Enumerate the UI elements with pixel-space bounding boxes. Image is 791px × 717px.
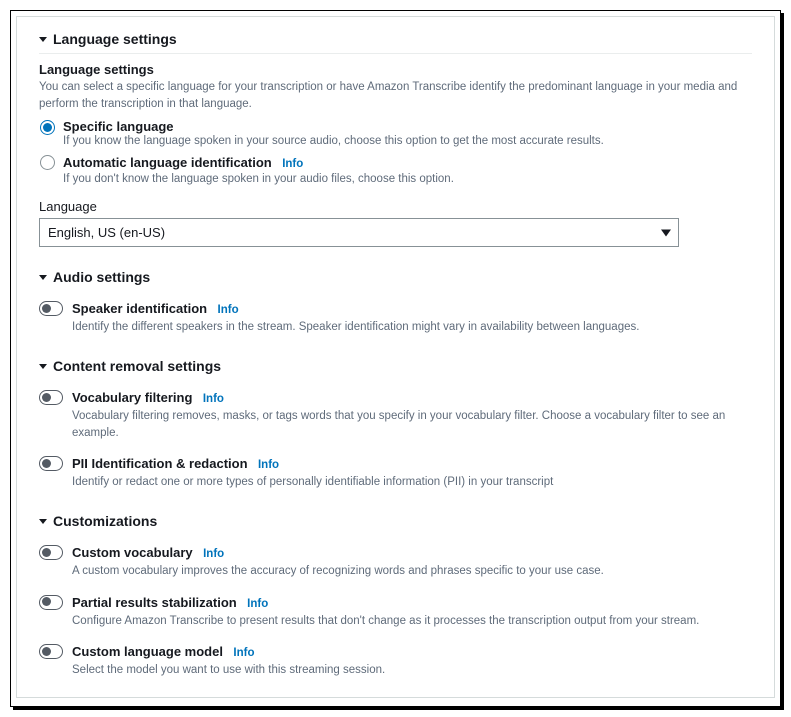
toggle-custom-language-model[interactable] <box>39 644 63 659</box>
radio-icon <box>40 155 55 170</box>
customizations-toggle-header[interactable]: Customizations <box>39 513 752 535</box>
info-link-custom-model[interactable]: Info <box>233 647 254 659</box>
info-link-speaker-id[interactable]: Info <box>218 304 239 316</box>
language-settings-toggle-header[interactable]: Language settings <box>39 31 752 54</box>
caret-down-icon <box>39 275 47 280</box>
radio-specific-language[interactable]: Specific language If you know the langua… <box>40 119 752 147</box>
radio-automatic-language[interactable]: Automatic language identification Info I… <box>40 154 752 185</box>
toggle-custom-vocabulary[interactable] <box>39 545 63 560</box>
radio-auto-label: Automatic language identification <box>63 155 272 170</box>
info-link-custom-vocab[interactable]: Info <box>203 548 224 560</box>
pii-desc: Identify or redact one or more types of … <box>72 474 752 491</box>
settings-panel: Language settings Language settings You … <box>16 16 775 698</box>
vocab-filter-label: Vocabulary filtering <box>72 390 192 405</box>
caret-down-icon <box>39 519 47 524</box>
pii-label: PII Identification & redaction <box>72 456 248 471</box>
radio-icon <box>40 120 55 135</box>
toggle-vocabulary-filtering[interactable] <box>39 390 63 405</box>
content-removal-toggle-header[interactable]: Content removal settings <box>39 358 752 380</box>
custom-vocab-desc: A custom vocabulary improves the accurac… <box>72 563 752 580</box>
info-link-auto-language[interactable]: Info <box>282 158 303 170</box>
language-settings-subheading: Language settings <box>39 62 752 77</box>
caret-down-icon <box>39 364 47 369</box>
language-settings-title: Language settings <box>53 31 177 47</box>
custom-model-desc: Select the model you want to use with th… <box>72 662 752 679</box>
speaker-id-label: Speaker identification <box>72 301 207 316</box>
toggle-partial-results[interactable] <box>39 595 63 610</box>
language-select[interactable]: English, US (en-US) <box>39 218 679 247</box>
toggle-speaker-identification[interactable] <box>39 301 63 316</box>
radio-specific-label: Specific language <box>63 119 752 134</box>
info-link-pii[interactable]: Info <box>258 459 279 471</box>
vocab-filter-desc: Vocabulary filtering removes, masks, or … <box>72 408 752 441</box>
audio-settings-toggle-header[interactable]: Audio settings <box>39 269 752 291</box>
custom-vocab-label: Custom vocabulary <box>72 545 193 560</box>
toggle-pii-redaction[interactable] <box>39 456 63 471</box>
language-field-label: Language <box>39 199 752 214</box>
speaker-id-desc: Identify the different speakers in the s… <box>72 319 752 336</box>
audio-settings-title: Audio settings <box>53 269 150 285</box>
customizations-title: Customizations <box>53 513 157 529</box>
radio-specific-desc: If you know the language spoken in your … <box>63 135 752 147</box>
radio-auto-desc: If you don't know the language spoken in… <box>63 173 752 185</box>
settings-panel-frame: Language settings Language settings You … <box>10 10 781 707</box>
partial-results-label: Partial results stabilization <box>72 595 237 610</box>
language-settings-description: You can select a specific language for y… <box>39 79 752 112</box>
info-link-partial-results[interactable]: Info <box>247 598 268 610</box>
caret-down-icon <box>39 37 47 42</box>
info-link-vocab-filter[interactable]: Info <box>203 393 224 405</box>
custom-model-label: Custom language model <box>72 644 223 659</box>
content-removal-title: Content removal settings <box>53 358 221 374</box>
